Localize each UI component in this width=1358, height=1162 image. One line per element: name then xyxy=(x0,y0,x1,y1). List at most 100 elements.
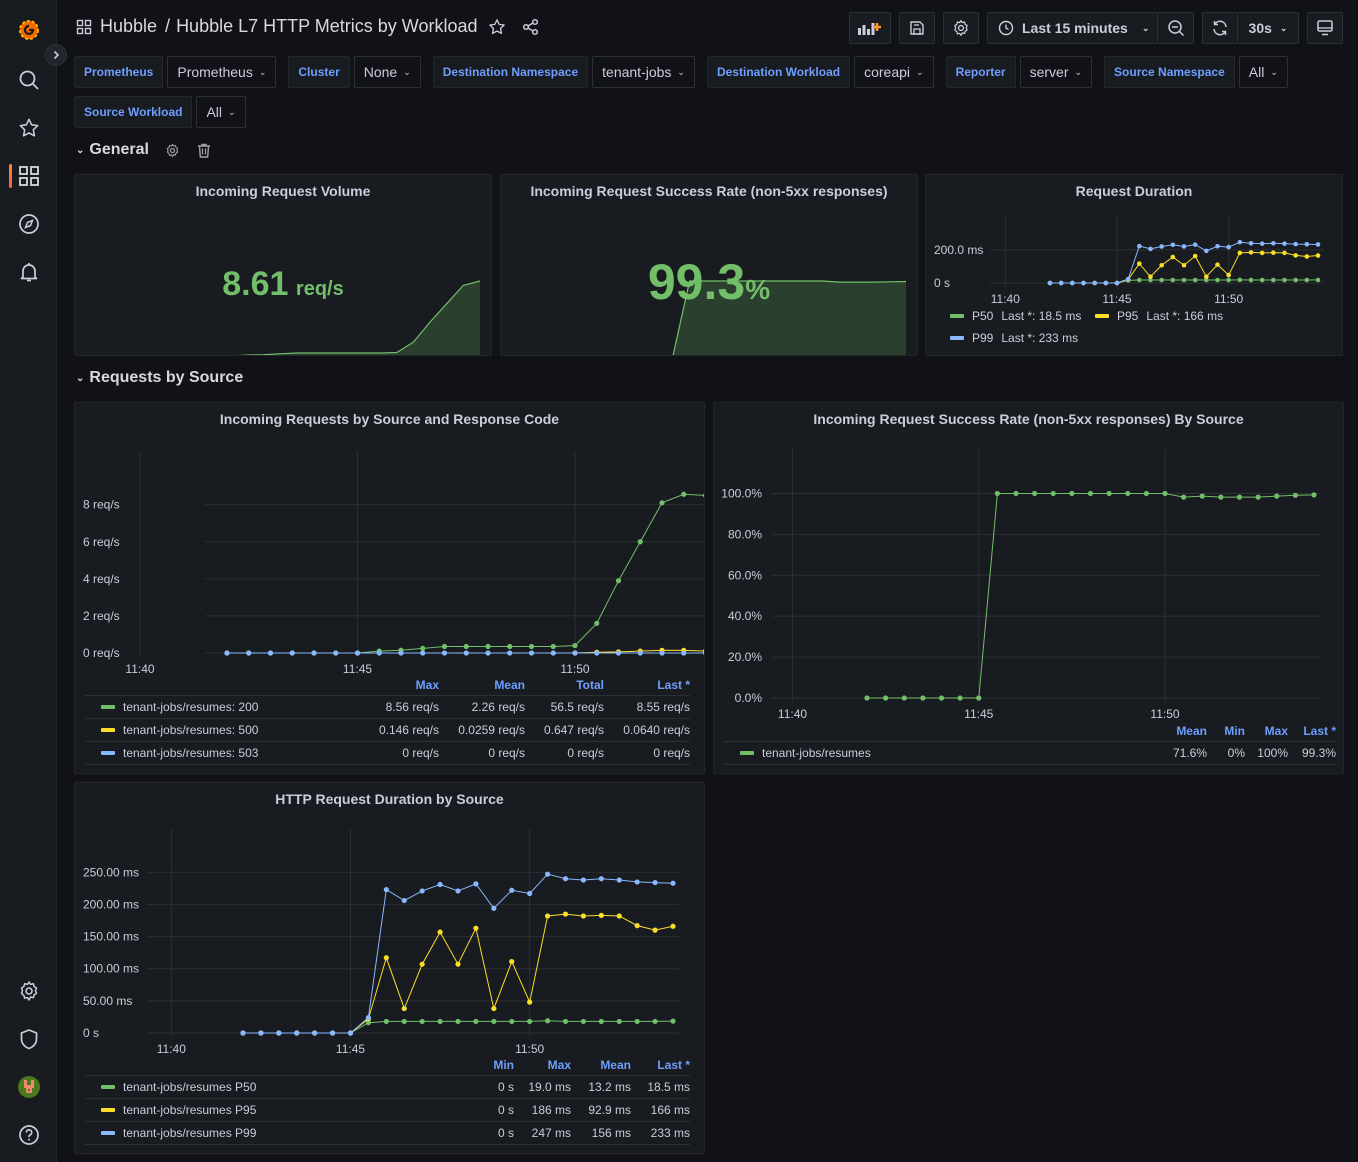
monitor-icon xyxy=(1317,20,1333,36)
dashboard-title[interactable]: Hubble L7 HTTP Metrics by Workload xyxy=(176,16,477,37)
expand-sidebar-button[interactable] xyxy=(45,44,67,66)
data-point xyxy=(240,1030,246,1036)
legend-column-header[interactable]: Mean xyxy=(571,1058,631,1072)
legend-row[interactable]: tenant-jobs/resumes: 503 0 req/s 0 req/s… xyxy=(85,742,690,765)
data-point xyxy=(1125,490,1131,497)
variable-select-prometheus[interactable]: Prometheus ⌄ xyxy=(167,56,277,88)
refresh-interval-picker[interactable]: 30s ⌄ xyxy=(1237,12,1299,44)
data-point xyxy=(383,1018,389,1025)
gear-icon[interactable] xyxy=(16,978,42,1004)
data-point xyxy=(289,650,295,656)
help-icon[interactable] xyxy=(16,1122,42,1148)
variable-select-reporter[interactable]: server ⌄ xyxy=(1019,56,1093,88)
data-point xyxy=(1315,277,1321,283)
stat-value: 99.3% xyxy=(501,253,917,311)
chart-requests-by-source: 0 req/s2 req/s4 req/s6 req/s8 req/s11:40… xyxy=(83,451,704,676)
variable-label: Source Namespace xyxy=(1104,56,1235,88)
breadcrumb-folder[interactable]: Hubble xyxy=(100,16,157,37)
dashboard-settings-button[interactable] xyxy=(943,12,979,44)
legend-header: Max Mean Total Last * xyxy=(85,674,690,696)
save-dashboard-button[interactable] xyxy=(899,12,935,44)
shield-icon[interactable] xyxy=(16,1026,42,1052)
chevron-down-icon: ⌄ xyxy=(76,372,85,384)
legend-value: 166 ms xyxy=(650,1103,690,1117)
share-icon[interactable] xyxy=(522,18,540,36)
legend-column-header[interactable]: Max xyxy=(514,1058,571,1072)
variable-select-source-workload[interactable]: All ⌄ xyxy=(196,96,246,128)
gear-icon[interactable] xyxy=(165,143,180,158)
legend-row[interactable]: tenant-jobs/resumes P50 0 s 19.0 ms 13.2… xyxy=(85,1076,690,1099)
legend-table: Max Mean Total Last * tenant-jobs/resume… xyxy=(85,674,690,765)
time-range-label: Last 15 minutes xyxy=(1022,20,1128,36)
legend-row[interactable]: tenant-jobs/resumes: 500 0.146 req/s 0.0… xyxy=(85,719,690,742)
panel-incoming-requests-by-source[interactable]: Incoming Requests by Source and Response… xyxy=(74,402,705,774)
data-point xyxy=(437,929,443,935)
variable-value: All xyxy=(206,104,223,120)
legend-item-p99[interactable]: P99 Last *: 233 ms xyxy=(950,331,1078,345)
data-point xyxy=(1192,277,1198,283)
data-point xyxy=(1181,244,1187,249)
panel-incoming-request-volume[interactable]: Incoming Request Volume 8.61 req/s xyxy=(74,174,492,356)
star-icon[interactable] xyxy=(488,18,506,36)
legend-item-p50[interactable]: P50 Last *: 18.5 ms xyxy=(950,309,1081,323)
variable-value: tenant-jobs xyxy=(602,64,672,80)
variable-select-source-namespace[interactable]: All ⌄ xyxy=(1238,56,1288,88)
panel-incoming-request-success-rate[interactable]: Incoming Request Success Rate (non-5xx r… xyxy=(500,174,918,356)
panel-http-request-duration-by-source[interactable]: HTTP Request Duration by Source 0 s 50.00… xyxy=(74,782,705,1154)
search-icon[interactable] xyxy=(16,67,42,93)
legend-column-header[interactable]: Total xyxy=(525,678,604,692)
legend-column-header[interactable]: Last * xyxy=(1288,724,1336,738)
legend-row[interactable]: tenant-jobs/resumes P99 0 s 247 ms 156 m… xyxy=(85,1122,690,1145)
variable-select-destination-workload[interactable]: coreapi ⌄ xyxy=(854,56,934,88)
legend-column-header[interactable]: Last * xyxy=(604,678,690,692)
data-point xyxy=(572,650,578,656)
star-icon[interactable] xyxy=(16,115,42,141)
legend-series-name: tenant-jobs/resumes: 503 xyxy=(123,746,259,760)
row-header-requests-by-source[interactable]: ⌄ Requests by Source xyxy=(76,369,243,387)
legend-column-header[interactable]: Max xyxy=(1245,724,1288,738)
trash-icon[interactable] xyxy=(197,143,211,158)
cycle-view-mode-button[interactable] xyxy=(1307,12,1343,44)
legend-column-header[interactable]: Mean xyxy=(1157,724,1207,738)
legend-column-header[interactable]: Min xyxy=(1207,724,1245,738)
data-point xyxy=(681,650,687,656)
variable-select-destination-namespace[interactable]: tenant-jobs ⌄ xyxy=(592,56,695,88)
panel-success-rate-by-source[interactable]: Incoming Request Success Rate (non-5xx r… xyxy=(713,402,1344,774)
variable-select-cluster[interactable]: None ⌄ xyxy=(353,56,421,88)
legend-column-header[interactable]: Last * xyxy=(631,1058,690,1072)
legend-item-p95[interactable]: P95 Last *: 166 ms xyxy=(1095,309,1223,323)
legend-row[interactable]: tenant-jobs/resumes P95 0 s 186 ms 92.9 … xyxy=(85,1099,690,1122)
data-point xyxy=(598,1018,604,1025)
data-point xyxy=(1282,277,1287,283)
legend-column-header[interactable]: Mean xyxy=(439,678,525,692)
legend-value: 2.26 req/s xyxy=(471,700,525,714)
legend-row[interactable]: tenant-jobs/resumes: 200 8.56 req/s 2.26… xyxy=(85,696,690,719)
add-panel-button[interactable] xyxy=(849,12,891,44)
legend-column-header[interactable]: Min xyxy=(464,1058,514,1072)
legend-row[interactable]: tenant-jobs/resumes 71.6% 0% 100% 99.3% xyxy=(724,742,1336,765)
save-icon xyxy=(910,21,924,35)
y-tick-label: 200.0 ms xyxy=(934,243,983,257)
data-point xyxy=(1032,490,1038,497)
dashboards-grid-icon[interactable] xyxy=(16,163,42,189)
data-point xyxy=(507,643,513,650)
data-point xyxy=(527,1018,533,1025)
legend-column-header[interactable]: Max xyxy=(349,678,439,692)
panel-request-duration[interactable]: Request Duration 0 s 200.0 ms 11:40 11:45 11… xyxy=(925,174,1343,356)
gear-icon xyxy=(954,20,968,36)
grafana-logo-icon[interactable] xyxy=(16,17,42,43)
data-point xyxy=(258,1030,264,1036)
time-range-picker[interactable]: Last 15 minutes ⌄ xyxy=(987,12,1158,44)
legend-value: 0 s xyxy=(497,1080,514,1094)
bell-icon[interactable] xyxy=(16,259,42,285)
variable-label: Destination Workload xyxy=(706,56,851,88)
compass-icon[interactable] xyxy=(16,211,42,237)
row-header-general[interactable]: ⌄ General xyxy=(76,141,211,159)
variable-label: Destination Namespace xyxy=(432,56,589,88)
refresh-button[interactable] xyxy=(1202,12,1238,44)
zoom-out-button[interactable] xyxy=(1157,12,1194,44)
data-point xyxy=(670,880,676,886)
legend-stat: Last *: 233 ms xyxy=(1001,331,1079,345)
legend-swatch xyxy=(101,1108,115,1112)
avatar[interactable] xyxy=(16,1074,42,1100)
